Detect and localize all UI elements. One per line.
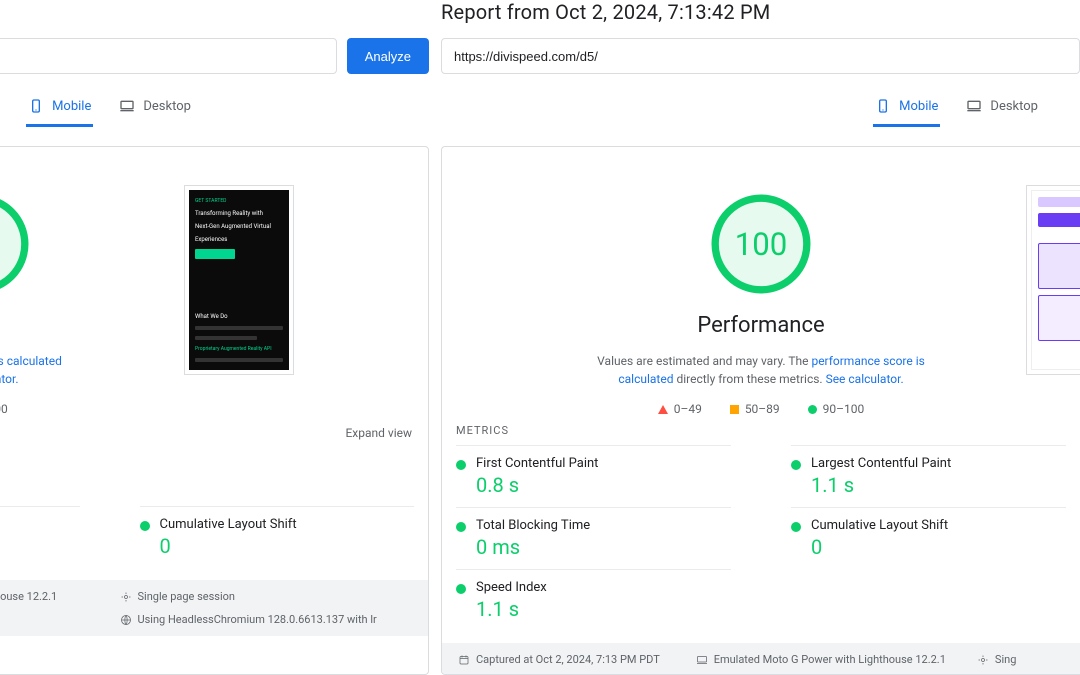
status-dot-green-icon	[456, 460, 466, 470]
status-dot-green-icon	[791, 460, 801, 470]
status-dot-green-icon	[456, 522, 466, 532]
environment-footer: Captured at Oct 2, 2024, 7:13 PM PDT Emu…	[442, 643, 1080, 675]
footer-device: Emulated Moto G Power with Lighthouse 12…	[0, 590, 57, 603]
score-gauge-icon	[0, 189, 34, 299]
metrics-grid: hh Largest Contentful Paint 1.0 s hh Cum…	[0, 444, 414, 568]
tab-mobile[interactable]: Mobile	[873, 92, 940, 127]
performance-subtext: Values are estimated and may vary. The p…	[571, 352, 951, 388]
analyze-button[interactable]: Analyze	[347, 38, 429, 74]
legend-red-label: 0–49	[674, 402, 702, 416]
thumb-cta	[1038, 213, 1080, 227]
score-legend: 0–49 50–89 90–100	[658, 402, 865, 416]
see-calculator-link[interactable]: See calculator.	[826, 372, 904, 386]
metric-value: 1.1 s	[476, 597, 547, 621]
device-tabs: Mobile Desktop	[441, 92, 1080, 128]
metric-row: First Contentful Paint 0.8 s	[456, 445, 731, 507]
mobile-icon	[875, 98, 891, 114]
report-pane-left: , 7:15:12 PM Analyze Mobile Desktop	[0, 0, 429, 675]
metric-row: Cumulative Layout Shift 0	[140, 506, 415, 568]
report-pane-right: Report from Oct 2, 2024, 7:13:42 PM Mobi…	[441, 0, 1080, 675]
status-dot-green-icon	[140, 521, 150, 531]
legend-green-label: 90–100	[0, 402, 8, 416]
footer-device: Emulated Moto G Power with Lighthouse 12…	[714, 653, 946, 666]
metric-value: 0	[160, 534, 297, 558]
footer-browser: Using HeadlessChromium 128.0.6613.137 wi…	[138, 613, 377, 626]
thumb-preview	[1038, 243, 1080, 289]
metric-label: Total Blocking Time	[476, 518, 590, 533]
score-number: 100	[735, 226, 788, 263]
thumb-text: Experiences	[195, 236, 283, 243]
metric-value: 0 ms	[476, 535, 590, 559]
metric-row: Speed Index 1.1 s	[456, 569, 731, 631]
score-legend: 90–100	[0, 402, 8, 416]
environment-footer: Emulated Moto G Power with Lighthouse 12…	[0, 580, 428, 636]
url-input[interactable]	[0, 38, 337, 74]
tab-desktop-label: Desktop	[990, 99, 1038, 114]
desktop-icon	[119, 98, 135, 114]
thumb-text: Transforming Reality with	[195, 210, 283, 217]
legend-green-label: 90–100	[823, 402, 865, 416]
metric-label: Cumulative Layout Shift	[811, 518, 948, 533]
thumb-tag: GET STARTED	[195, 198, 283, 204]
globe-icon	[120, 614, 132, 626]
metrics-heading: METRICS	[456, 424, 1066, 437]
expand-view-link[interactable]: Expand view	[0, 426, 412, 440]
metrics-grid: First Contentful Paint 0.8 s Largest Con…	[456, 445, 1066, 631]
session-icon	[120, 591, 132, 603]
status-dot-green-icon	[456, 584, 466, 594]
result-card: 100 Performance Values are estimated and…	[441, 146, 1080, 675]
performance-subtext: erformance score is calculated See calcu…	[0, 352, 62, 388]
legend-green-icon	[808, 405, 817, 414]
performance-gauge-block: nce erformance score is calculated See c…	[0, 165, 62, 416]
performance-heading: Performance	[697, 313, 824, 338]
session-icon	[977, 654, 989, 666]
desktop-icon	[966, 98, 982, 114]
device-tabs: Mobile Desktop	[0, 92, 429, 128]
page-screenshot-thumb	[1026, 185, 1080, 375]
page-screenshot-thumb: GET STARTED Transforming Reality with Ne…	[184, 185, 294, 375]
device-icon	[696, 654, 708, 666]
thumb-preview	[1038, 295, 1080, 341]
thumb-cta	[195, 249, 235, 259]
status-dot-green-icon	[791, 522, 801, 532]
report-timestamp: Report from Oct 2, 2024, 7:13:42 PM	[441, 0, 1080, 24]
tab-desktop[interactable]: Desktop	[964, 92, 1040, 127]
metric-label: Cumulative Layout Shift	[160, 517, 297, 532]
metric-row: Cumulative Layout Shift 0	[791, 507, 1066, 569]
metric-value: 1.1 s	[811, 473, 951, 497]
legend-red-icon	[658, 405, 668, 414]
tab-desktop[interactable]: Desktop	[117, 92, 193, 127]
footer-session: Single page session	[138, 590, 235, 603]
result-card: nce erformance score is calculated See c…	[0, 146, 429, 675]
metric-row: Largest Contentful Paint 1.1 s	[791, 445, 1066, 507]
metric-row: Total Blocking Time 0 ms	[456, 507, 731, 569]
metric-label: Speed Index	[476, 580, 547, 595]
metric-value: 0.8 s	[476, 473, 598, 497]
mobile-icon	[28, 98, 44, 114]
thumb-chip	[1038, 197, 1080, 207]
metric-row: hh	[0, 506, 80, 568]
legend-amber-icon	[730, 405, 739, 414]
thumb-section: What We Do	[195, 313, 283, 320]
url-input[interactable]	[441, 38, 1080, 74]
see-calculator-link[interactable]: See calculator.	[0, 372, 19, 386]
tab-mobile-label: Mobile	[52, 99, 91, 114]
performance-gauge-block: 100 Performance Values are estimated and…	[571, 165, 951, 416]
metric-label: First Contentful Paint	[476, 456, 598, 471]
metric-label: Largest Contentful Paint	[811, 456, 951, 471]
footer-session: Sing	[995, 653, 1016, 666]
metric-value: 0	[811, 535, 948, 559]
calendar-icon	[458, 654, 470, 666]
footer-captured: Captured at Oct 2, 2024, 7:13 PM PDT	[476, 653, 660, 666]
tab-mobile-label: Mobile	[899, 99, 938, 114]
thumb-text: Next-Gen Augmented Virtual	[195, 223, 283, 230]
report-timestamp: , 7:15:12 PM	[0, 0, 429, 24]
score-gauge-icon: 100	[706, 189, 816, 299]
legend-amber-label: 50–89	[745, 402, 780, 416]
tab-desktop-label: Desktop	[143, 99, 191, 114]
tab-mobile[interactable]: Mobile	[26, 92, 93, 127]
score-calc-link[interactable]: erformance score is calculated	[0, 354, 62, 368]
